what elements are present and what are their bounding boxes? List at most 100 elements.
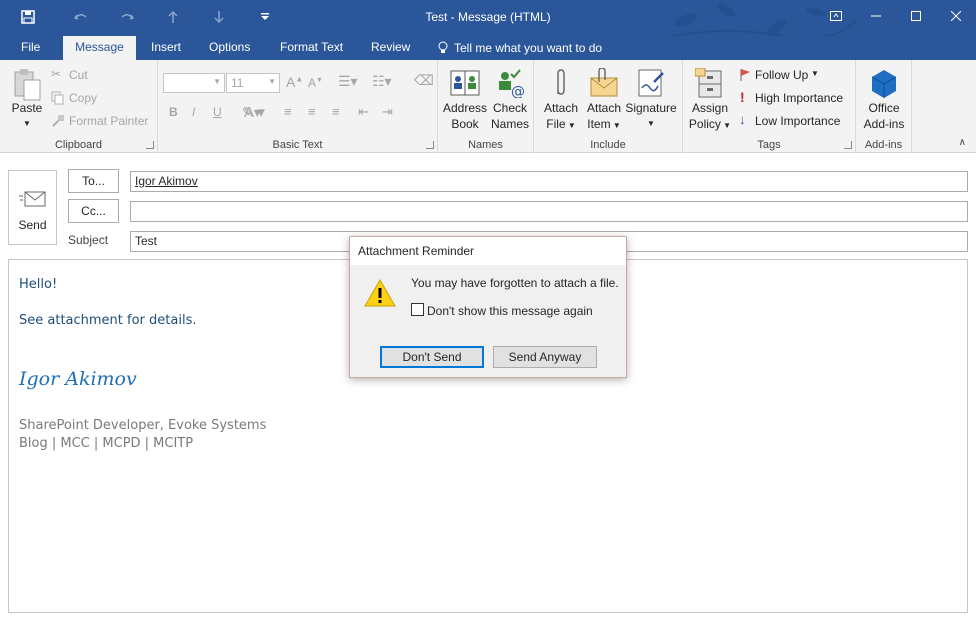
tags-launcher[interactable] xyxy=(844,141,852,149)
tab-review[interactable]: Review xyxy=(363,36,418,60)
signature-icon xyxy=(638,69,664,97)
collapse-ribbon-button[interactable]: ∧ xyxy=(959,137,966,148)
paste-dropdown-arrow[interactable]: ▼ xyxy=(8,116,46,132)
clipboard-launcher[interactable] xyxy=(146,141,154,149)
dont-show-label[interactable]: Don't show this message again xyxy=(427,304,593,318)
chevron-down-icon: ▼ xyxy=(268,77,276,86)
names-group: Address Book @ Check Names Names xyxy=(438,60,534,153)
tab-options[interactable]: Options xyxy=(201,36,258,60)
maximize-icon xyxy=(911,11,921,21)
basic-text-launcher[interactable] xyxy=(426,141,434,149)
increase-indent-button[interactable]: ⇥ xyxy=(382,104,393,120)
grow-font-button[interactable]: A▲ xyxy=(286,74,303,90)
align-right-button[interactable]: ≡ xyxy=(332,104,340,119)
ribbon-tabs: File Message Insert Options Format Text … xyxy=(0,36,976,60)
close-button[interactable] xyxy=(936,0,976,32)
follow-up-label: Follow Up xyxy=(755,68,809,82)
to-field[interactable]: Igor Akimov xyxy=(130,171,968,192)
font-color-button[interactable]: A ▾ xyxy=(244,103,265,121)
recipient-name[interactable]: Igor Akimov xyxy=(135,174,198,188)
office-addins-button[interactable]: Office Add-ins xyxy=(858,66,910,136)
cc-button[interactable]: Cc... xyxy=(68,199,119,223)
chevron-down-icon: ▼ xyxy=(213,77,221,86)
send-label: Send xyxy=(18,218,47,232)
paste-button[interactable]: Paste ▼ xyxy=(8,66,46,134)
book-label: Book xyxy=(451,117,479,131)
tags-group: Assign Policy ▼ Follow Up ▼ ! High Impor… xyxy=(683,60,856,153)
underline-button[interactable]: U xyxy=(213,105,222,119)
tab-file[interactable]: File xyxy=(13,36,48,60)
attach-file-button[interactable]: Attach File ▼ xyxy=(539,66,583,136)
clear-formatting-icon[interactable]: ⌫ xyxy=(414,72,434,89)
align-left-button[interactable]: ≡ xyxy=(284,104,292,119)
tell-me-box[interactable]: Tell me what you want to do xyxy=(430,36,610,60)
basic-text-group-label: Basic Text xyxy=(272,139,323,151)
ribbon: Paste ▼ ✂ Cut Copy Format Painter Clipbo… xyxy=(0,60,976,153)
dont-send-button[interactable]: Don't Send xyxy=(380,346,484,368)
numbering-button[interactable]: ☷▾ xyxy=(372,73,392,90)
chevron-down-icon: ▼ xyxy=(565,121,576,130)
dont-show-checkbox[interactable] xyxy=(411,303,424,316)
signature-name: Igor Akimov xyxy=(19,368,137,390)
attach-file-label-1: Attach xyxy=(543,101,579,115)
send-envelope-icon xyxy=(19,191,46,207)
policy-label: Policy xyxy=(688,117,721,131)
tab-message[interactable]: Message xyxy=(63,36,136,60)
to-button[interactable]: To... xyxy=(68,169,119,193)
tab-format-text[interactable]: Format Text xyxy=(272,36,351,60)
font-size-combo[interactable]: 11 ▼ xyxy=(226,73,280,93)
cut-label: Cut xyxy=(69,68,88,82)
copy-button[interactable]: Copy xyxy=(50,89,150,107)
tell-me-text: Tell me what you want to do xyxy=(454,41,603,55)
follow-up-button[interactable]: Follow Up ▼ xyxy=(737,66,847,84)
subject-label: Subject xyxy=(68,233,109,247)
shrink-font-button[interactable]: A▼ xyxy=(308,76,323,90)
paperclip-icon xyxy=(557,69,565,95)
decrease-indent-button[interactable]: ⇤ xyxy=(358,104,369,120)
chevron-down-icon: ▼ xyxy=(647,119,655,128)
check-names-button[interactable]: @ Check Names xyxy=(488,66,532,136)
bullets-button[interactable]: ☰▾ xyxy=(338,73,358,90)
cut-button[interactable]: ✂ Cut xyxy=(50,66,150,84)
address-label: Address xyxy=(442,101,488,115)
exclamation-icon: ! xyxy=(740,89,745,105)
maximize-button[interactable] xyxy=(896,0,936,32)
paste-label: Paste xyxy=(11,101,43,115)
include-group-label: Include xyxy=(590,139,626,151)
body-greeting: Hello! xyxy=(19,277,58,292)
signature-title: SharePoint Developer, Evoke Systems xyxy=(19,418,267,433)
check-label: Check xyxy=(492,101,527,115)
attach-item-button[interactable]: Attach Item ▼ xyxy=(582,66,626,136)
low-importance-button[interactable]: ↓ Low Importance xyxy=(737,112,853,130)
minimize-icon xyxy=(871,15,881,17)
basic-text-group: ▼ 11▼ A▲ A▼ ☰▾ ☷▾ ⌫ B I U ✎▾ A A ▾ ≡ ≡ ≡… xyxy=(158,60,438,153)
signature-label: Signature xyxy=(625,101,677,115)
font-name-combo[interactable]: ▼ xyxy=(163,73,225,93)
close-icon xyxy=(951,11,961,21)
clipboard-group: Paste ▼ ✂ Cut Copy Format Painter Clipbo… xyxy=(0,60,158,153)
high-importance-button[interactable]: ! High Importance xyxy=(737,89,853,107)
chevron-down-icon: ▼ xyxy=(720,121,732,130)
attach-item-label-1: Attach xyxy=(586,101,622,115)
clipboard-group-label: Clipboard xyxy=(54,139,103,151)
align-center-button[interactable]: ≡ xyxy=(308,104,316,119)
assign-policy-button[interactable]: Assign Policy ▼ xyxy=(687,66,733,136)
high-importance-label: High Importance xyxy=(755,91,844,105)
send-anyway-button[interactable]: Send Anyway xyxy=(493,346,597,368)
assign-label: Assign xyxy=(691,101,729,115)
window-controls xyxy=(816,0,976,32)
ribbon-display-button[interactable] xyxy=(816,0,856,32)
tab-insert[interactable]: Insert xyxy=(143,36,189,60)
attach-item-label-2: Item xyxy=(587,117,611,131)
format-painter-button[interactable]: Format Painter xyxy=(50,112,156,130)
signature-button[interactable]: Signature ▼ xyxy=(625,66,677,136)
copy-label: Copy xyxy=(69,91,98,105)
minimize-button[interactable] xyxy=(856,0,896,32)
send-button[interactable]: Send xyxy=(8,170,57,245)
address-book-button[interactable]: Address Book xyxy=(442,66,488,136)
bold-button[interactable]: B xyxy=(169,105,178,119)
lightbulb-icon xyxy=(438,41,448,53)
cc-field[interactable] xyxy=(130,201,968,222)
italic-button[interactable]: I xyxy=(192,105,195,119)
addins-label: Add-ins xyxy=(863,117,905,131)
